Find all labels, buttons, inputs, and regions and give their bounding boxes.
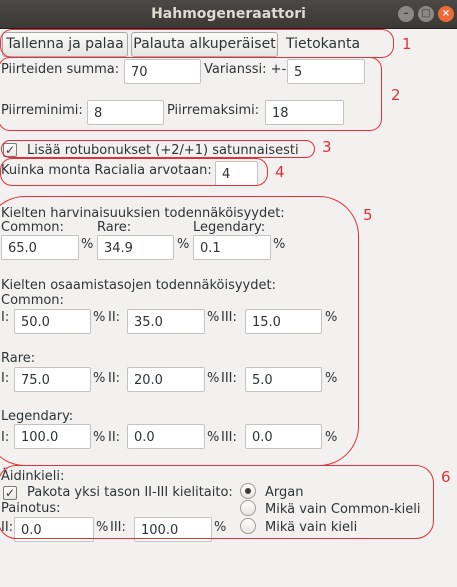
annotation-number-4: 4 bbox=[275, 163, 285, 181]
annotation-number-1: 1 bbox=[402, 35, 412, 53]
annotation-box-5 bbox=[0, 196, 359, 466]
annotation-number-2: 2 bbox=[391, 86, 401, 104]
annotation-box-6 bbox=[0, 465, 434, 539]
title-bar: Hahmogeneraattori – □ × bbox=[0, 0, 457, 29]
minimize-icon[interactable]: – bbox=[398, 6, 414, 22]
annotation-number-3: 3 bbox=[322, 138, 332, 156]
maximize-icon[interactable]: □ bbox=[418, 6, 434, 22]
close-icon[interactable]: × bbox=[438, 6, 454, 22]
annotation-box-1 bbox=[0, 29, 394, 58]
annotation-box-2 bbox=[0, 57, 382, 131]
annotation-box-4 bbox=[0, 158, 268, 186]
annotation-number-5: 5 bbox=[363, 206, 373, 224]
annotation-number-6: 6 bbox=[441, 468, 451, 486]
window-title: Hahmogeneraattori bbox=[151, 6, 306, 22]
annotation-box-3 bbox=[1, 140, 315, 158]
